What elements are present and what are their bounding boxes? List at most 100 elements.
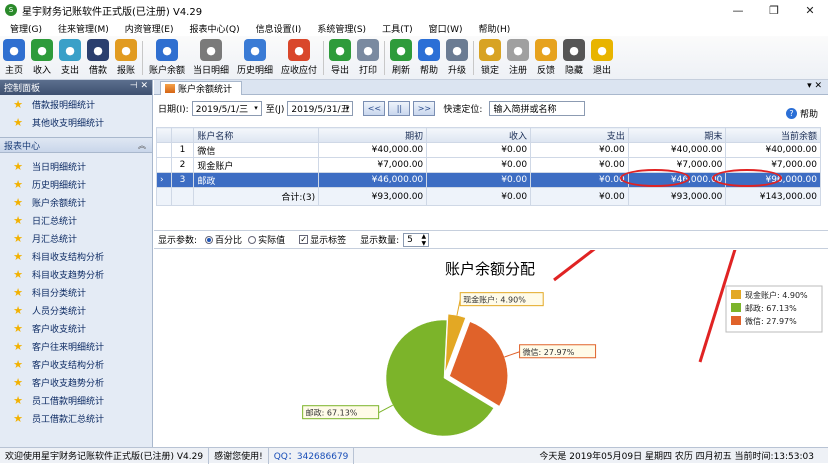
collapse-icon[interactable]: ︽ <box>138 140 146 151</box>
sidebar-item[interactable]: ★ 科目收支结构分析 <box>0 247 152 265</box>
toolbar-button[interactable]: ● 当日明细 <box>189 36 233 80</box>
toolbar-button[interactable]: ● 锁定 <box>476 36 504 80</box>
slice-label: 邮政: 67.13% <box>306 408 358 418</box>
sidebar-item[interactable]: ★ 历史明细统计 <box>0 175 152 193</box>
sidebar-item[interactable]: ★ 月汇总统计 <box>0 229 152 247</box>
sidebar-item[interactable]: ★ 人员分类统计 <box>0 301 152 319</box>
sidebar-item[interactable]: ★ 员工借款汇总统计 <box>0 409 152 427</box>
borrow-icon: ● <box>87 39 109 61</box>
help-label: 帮助 <box>799 110 818 120</box>
toolbar-button[interactable]: ● 帮助 <box>415 36 443 80</box>
slice-leader-line <box>378 404 394 414</box>
menu-item[interactable]: 报表中心(Q) <box>190 22 240 35</box>
search-input[interactable]: 输入简拼或名称 <box>489 100 586 116</box>
toolbar-button-label: 锁定 <box>480 66 499 76</box>
maximize-button[interactable]: ❐ <box>756 0 792 20</box>
panel-pin-close-icon[interactable]: ⊣ ✕ <box>130 81 148 91</box>
cell-end: ¥40,000.00 <box>627 142 727 158</box>
toolbar-button[interactable]: ● 反馈 <box>532 36 560 80</box>
report-center-group[interactable]: 报表中心 ︽ <box>0 137 152 153</box>
toolbar-button-label: 支出 <box>60 66 79 76</box>
menu-item[interactable]: 窗口(W) <box>429 22 463 35</box>
upgrade-icon: ● <box>446 39 468 61</box>
radio-actual[interactable]: 实际值 <box>248 233 285 246</box>
sidebar-item[interactable]: ★ 科目收支趋势分析 <box>0 265 152 283</box>
toolbar-button[interactable]: ● 历史明细 <box>233 36 277 80</box>
help-link[interactable]: ? 帮助 <box>785 107 818 120</box>
show-label-checkbox[interactable]: ✓ 显示标签 <box>299 233 346 246</box>
window-title: 星宇财务记账软件正式版(已注册) V4.29 <box>22 6 203 18</box>
toolbar-button[interactable]: ● 退出 <box>588 36 616 80</box>
prev-period-button[interactable]: << <box>363 100 386 116</box>
sidebar-item[interactable]: ★ 客户收支趋势分析 <box>0 373 152 391</box>
menu-item[interactable]: 往来管理(M) <box>58 22 109 35</box>
toolbar-separator <box>323 41 324 75</box>
menu-item[interactable]: 管理(G) <box>10 22 42 35</box>
toolbar-button[interactable]: ● 支出 <box>56 36 84 80</box>
radio-percent[interactable]: 百分比 <box>205 233 242 246</box>
date-to-picker[interactable]: 2019/5/31/五 ▾ <box>287 100 354 116</box>
next-period-button[interactable]: >> <box>413 100 436 116</box>
tab-close-icon[interactable]: ▾ ✕ <box>807 81 822 91</box>
sidebar-item[interactable]: ★ 当日明细统计 <box>0 157 152 175</box>
sidebar-item[interactable]: ★ 客户收支结构分析 <box>0 355 152 373</box>
sidebar-item[interactable]: ★ 账户余额统计 <box>0 193 152 211</box>
toolbar-button[interactable]: ● 报账 <box>112 36 140 80</box>
expense-icon: ● <box>59 39 81 61</box>
star-icon: ★ <box>13 267 23 281</box>
sidebar-item[interactable]: ★ 科目分类统计 <box>0 283 152 301</box>
main-content: 账户余额统计 ▾ ✕ 日期(I): 2019/5/1/三 ▾ 至(J) 2019/… <box>154 80 828 447</box>
toolbar-button[interactable]: ● 导出 <box>326 36 354 80</box>
legend-entry: 现金账户: 4.90% <box>745 290 808 300</box>
toolbar-button[interactable]: ● 隐藏 <box>560 36 588 80</box>
sidebar-item[interactable]: ★ 员工借款明细统计 <box>0 391 152 409</box>
sidebar-item[interactable]: ★ 客户往来明细统计 <box>0 337 152 355</box>
star-icon: ★ <box>13 303 23 317</box>
toolbar-button[interactable]: ● 借款 <box>84 36 112 80</box>
star-icon: ★ <box>13 321 23 335</box>
menu-item[interactable]: 帮助(H) <box>479 22 511 35</box>
menu-item[interactable]: 内资管理(E) <box>125 22 174 35</box>
toolbar-button-label: 升级 <box>447 66 466 76</box>
row-number: 1 <box>170 142 195 158</box>
status-welcome: 欢迎使用星宇财务记账软件正式版(已注册) V4.29 <box>0 447 210 464</box>
pause-button[interactable]: || <box>388 100 411 116</box>
toolbar-button[interactable]: ● 升级 <box>443 36 471 80</box>
history-icon: ● <box>244 39 266 61</box>
sidebar-item[interactable]: ★ 借款报明细统计 <box>0 95 152 113</box>
toolbar-button[interactable]: ● 应收应付 <box>277 36 321 80</box>
col-begin[interactable]: 期初 <box>318 127 428 143</box>
sidebar-item[interactable]: ★ 日汇总统计 <box>0 211 152 229</box>
summary-balance: ¥143,000.00 <box>725 187 821 206</box>
col-balance[interactable]: 当前余额 <box>725 127 821 143</box>
table-row[interactable]: 2 现金账户 ¥7,000.00 ¥0.00 ¥0.00 ¥7,000.00 ¥7,000.… <box>156 157 821 173</box>
col-end[interactable]: 期末 <box>627 127 727 143</box>
toolbar-button[interactable]: ● 账户余额 <box>145 36 189 80</box>
col-expense[interactable]: 支出 <box>530 127 629 143</box>
menu-item[interactable]: 工具(T) <box>382 22 413 35</box>
sidebar-item[interactable]: ★ 其他收支明细统计 <box>0 113 152 131</box>
toolbar-button[interactable]: ● 刷新 <box>387 36 415 80</box>
col-name[interactable]: 账户名称 <box>193 127 320 143</box>
toolbar-button[interactable]: ● 注册 <box>504 36 532 80</box>
count-stepper[interactable]: 5 ▲ ▼ <box>403 232 430 247</box>
minimize-button[interactable]: — <box>720 0 756 20</box>
sidebar-item-label: 员工借款汇总统计 <box>32 414 105 425</box>
toolbar-button[interactable]: ● 打印 <box>354 36 382 80</box>
sidebar-item-label: 月汇总统计 <box>32 234 78 245</box>
tab-account-balance[interactable]: 账户余额统计 <box>160 81 242 95</box>
col-income[interactable]: 收入 <box>426 127 532 143</box>
cell-name: 邮政 <box>193 172 320 188</box>
sidebar-item[interactable]: ★ 客户收支统计 <box>0 319 152 337</box>
menu-item[interactable]: 信息设置(I) <box>256 22 302 35</box>
date-from-picker[interactable]: 2019/5/1/三 ▾ <box>191 100 262 116</box>
toolbar-button[interactable]: ● 主页 <box>0 36 28 80</box>
menu-item[interactable]: 系统管理(S) <box>317 22 366 35</box>
star-icon: ★ <box>13 97 23 111</box>
table-row[interactable]: 1 微信 ¥40,000.00 ¥0.00 ¥0.00 ¥40,000.00 ¥40,000… <box>156 142 821 158</box>
table-header: 账户名称 期初 收入 支出 期末 当前余额 <box>156 127 821 143</box>
summary-begin: ¥93,000.00 <box>318 187 428 206</box>
close-button[interactable]: ✕ <box>792 0 828 20</box>
chart-title: 账户余额分配 <box>445 260 535 278</box>
toolbar-button[interactable]: ● 收入 <box>28 36 56 80</box>
